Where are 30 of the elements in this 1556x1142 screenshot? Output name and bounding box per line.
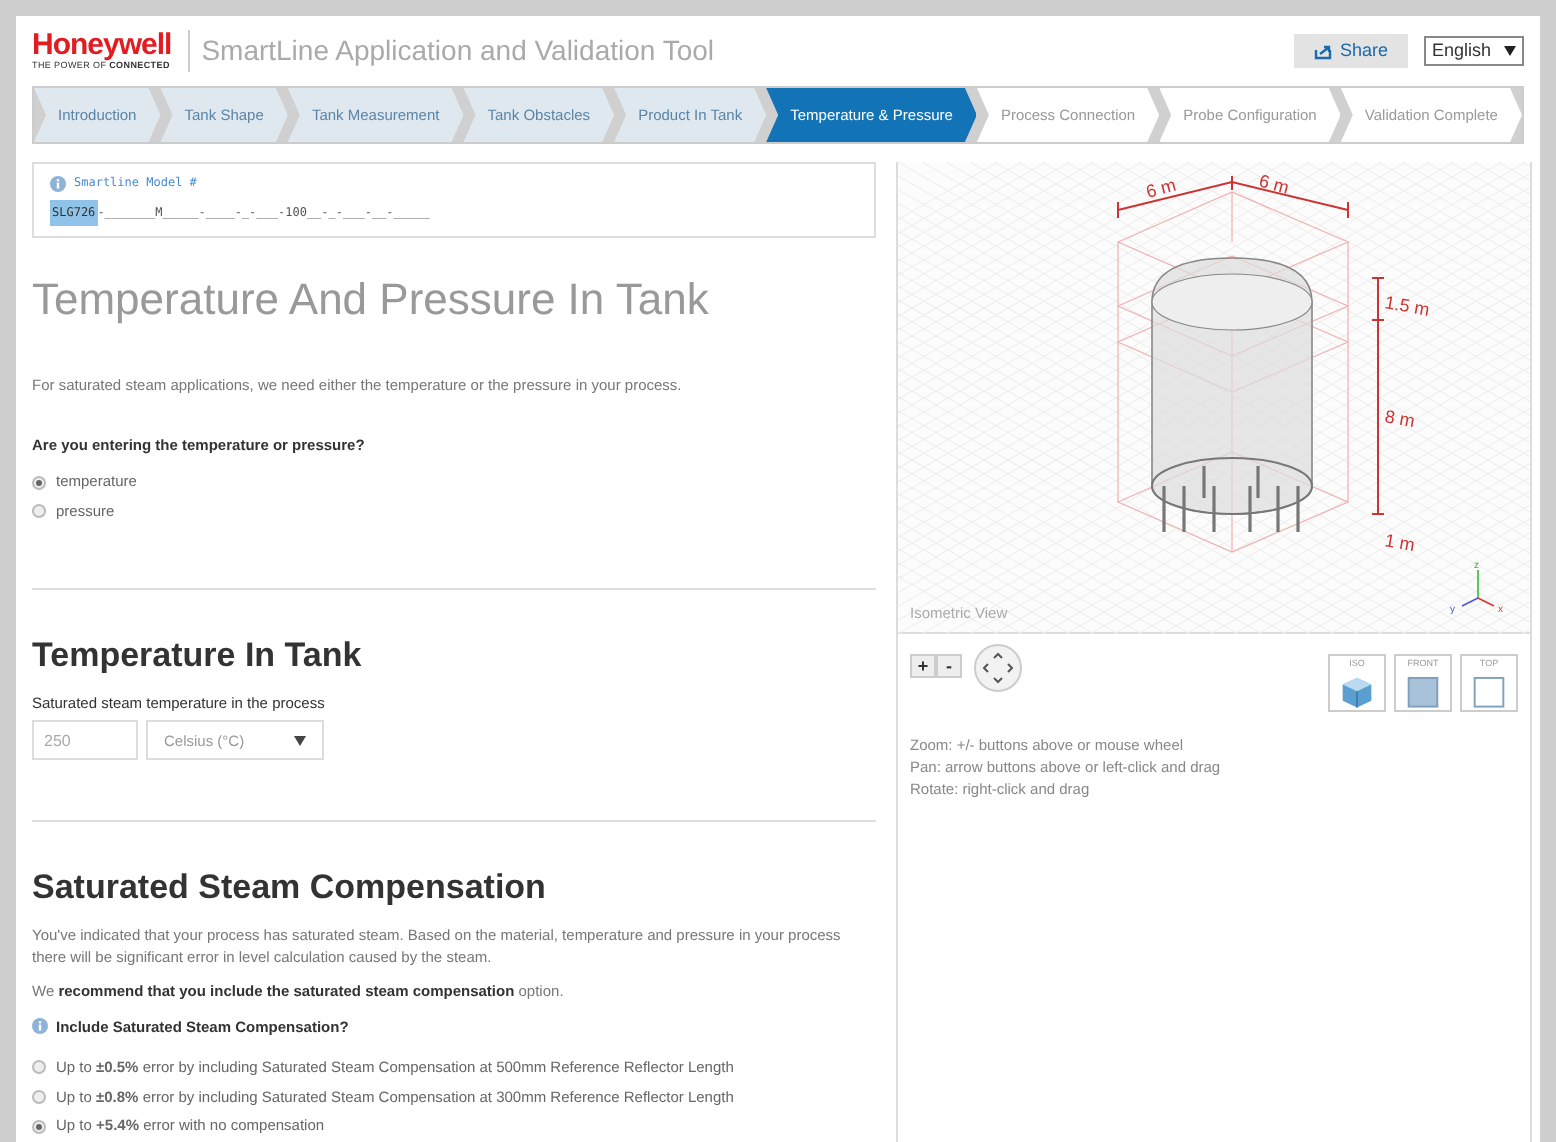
info-icon: [50, 175, 66, 191]
dimension-label: 1.5 m: [1383, 292, 1432, 320]
share-button[interactable]: Share: [1293, 33, 1408, 69]
radio-button[interactable]: [32, 1060, 46, 1075]
zoom-in-button[interactable]: +: [910, 654, 936, 678]
language-select[interactable]: English: [1424, 35, 1524, 67]
temperature-field[interactable]: 250: [32, 720, 138, 761]
radio-button[interactable]: [32, 504, 46, 519]
dimension-label: 8 m: [1383, 406, 1417, 432]
radio-button[interactable]: [32, 1089, 46, 1104]
dimension-label: 6 m: [1143, 174, 1179, 202]
caret-icon: [294, 735, 306, 746]
radio-button[interactable]: [32, 475, 46, 489]
share-icon: [1313, 43, 1332, 59]
cube-icon: [1340, 675, 1374, 708]
caret-icon: [1504, 46, 1516, 56]
app-title: SmartLine Application and Validation Tool: [187, 30, 715, 72]
dimension-label: 6 m: [1256, 170, 1292, 198]
pan-control-icon[interactable]: [974, 644, 1022, 692]
square-icon: [1472, 675, 1506, 708]
page-title: Temperature And Pressure In Tank: [32, 272, 711, 328]
square-icon: [1406, 675, 1440, 708]
brand-logo: Honeywell: [32, 29, 172, 60]
section-heading: Temperature In Tank: [32, 633, 364, 678]
radio-button[interactable]: [32, 1119, 46, 1134]
section-heading: Saturated Steam Compensation: [32, 866, 548, 911]
axis-gizmo-drawing: [1461, 569, 1495, 607]
zoom-out-button[interactable]: -: [936, 654, 962, 678]
dimension-label: 1 m: [1383, 530, 1417, 556]
info-icon: [32, 1018, 48, 1035]
